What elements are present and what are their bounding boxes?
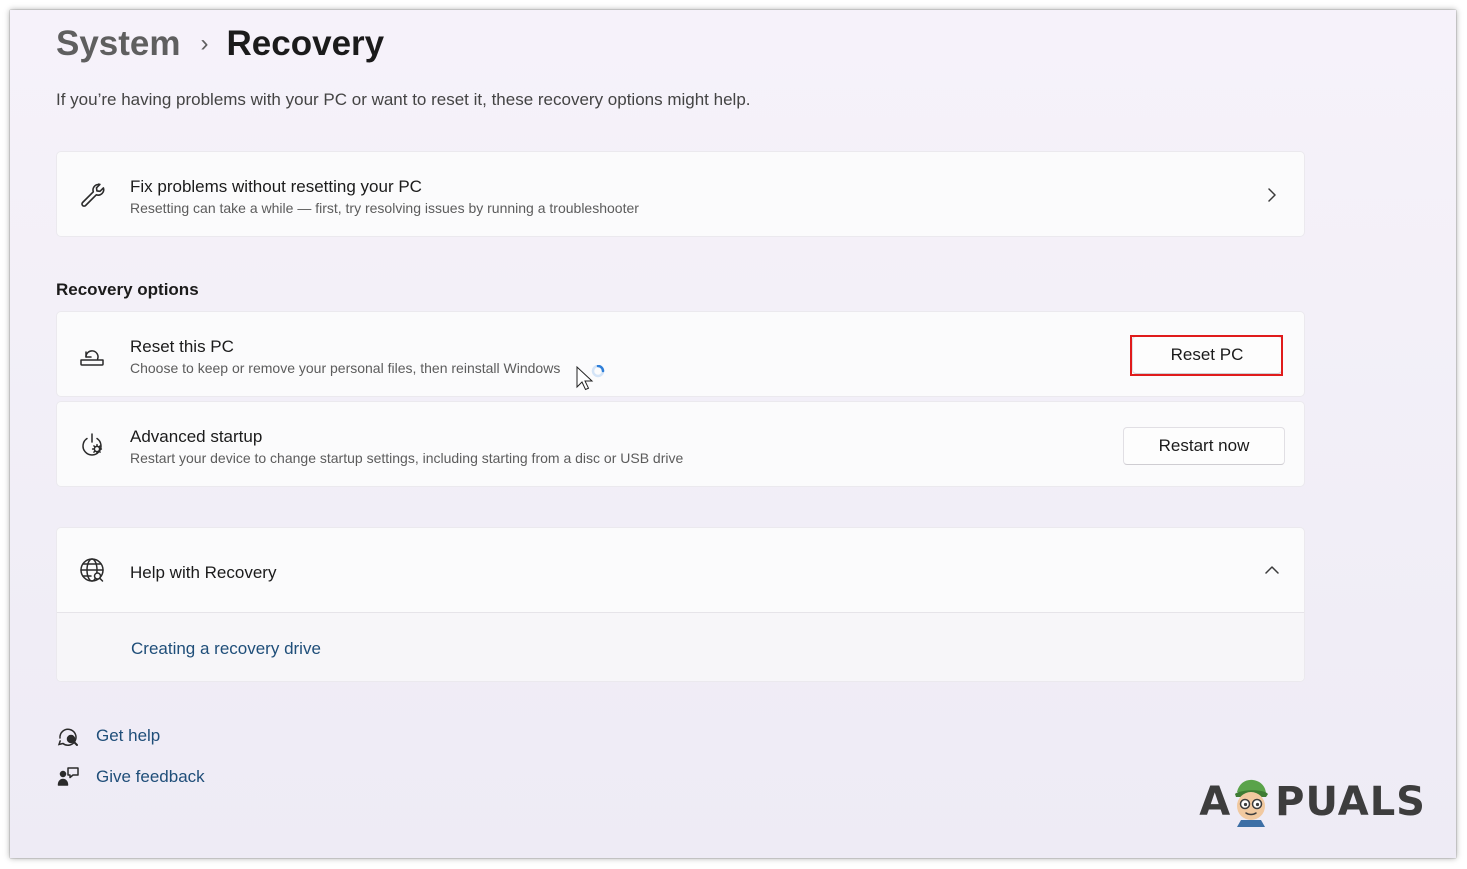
recovery-options-heading: Recovery options xyxy=(56,280,199,299)
breadcrumb-separator: › xyxy=(200,30,209,57)
get-help-icon xyxy=(56,724,80,748)
fix-problems-card[interactable]: Fix problems without resetting your PC R… xyxy=(56,151,1305,237)
advanced-startup-icon xyxy=(77,430,107,460)
give-feedback-icon xyxy=(56,765,80,789)
breadcrumb: System › Recovery xyxy=(56,24,384,64)
creating-recovery-drive-link[interactable]: Creating a recovery drive xyxy=(131,639,321,659)
get-help-label: Get help xyxy=(96,726,161,745)
help-body: Creating a recovery drive xyxy=(57,613,1304,681)
get-help-link[interactable]: Get help xyxy=(56,724,160,748)
reset-this-pc-title: Reset this PC xyxy=(130,337,234,356)
help-with-recovery-card: Help with Recovery Creating a recovery d… xyxy=(56,527,1305,682)
fix-problems-subtitle: Resetting can take a while — first, try … xyxy=(130,200,639,216)
help-with-recovery-header[interactable]: Help with Recovery xyxy=(57,528,1304,612)
globe-help-icon xyxy=(77,555,107,585)
reset-this-pc-card: Reset this PC Choose to keep or remove y… xyxy=(56,311,1305,397)
breadcrumb-system-link[interactable]: System xyxy=(56,24,181,64)
advanced-startup-subtitle: Restart your device to change startup se… xyxy=(130,450,684,466)
restart-now-button[interactable]: Restart now xyxy=(1123,427,1285,465)
reset-this-pc-subtitle: Choose to keep or remove your personal f… xyxy=(130,360,561,376)
reset-pc-icon xyxy=(77,340,107,370)
fix-problems-title: Fix problems without resetting your PC xyxy=(130,177,422,196)
advanced-startup-card: Advanced startup Restart your device to … xyxy=(56,401,1305,487)
wrench-icon xyxy=(77,180,107,210)
chevron-up-icon[interactable] xyxy=(1262,560,1282,580)
settings-window: System › Recovery If you’re having probl… xyxy=(10,10,1456,858)
page-title: Recovery xyxy=(226,24,385,63)
give-feedback-label: Give feedback xyxy=(96,767,205,786)
appuals-watermark-logo: A PUALS xyxy=(1199,776,1426,828)
reset-pc-button[interactable]: Reset PC xyxy=(1132,336,1282,374)
watermark-text-right: PUALS xyxy=(1275,779,1426,825)
mascot-icon xyxy=(1235,779,1269,827)
advanced-startup-title: Advanced startup xyxy=(130,427,263,446)
page-description: If you’re having problems with your PC o… xyxy=(56,90,751,109)
give-feedback-link[interactable]: Give feedback xyxy=(56,765,205,789)
help-with-recovery-title: Help with Recovery xyxy=(130,563,277,582)
chevron-right-icon xyxy=(1268,188,1276,202)
